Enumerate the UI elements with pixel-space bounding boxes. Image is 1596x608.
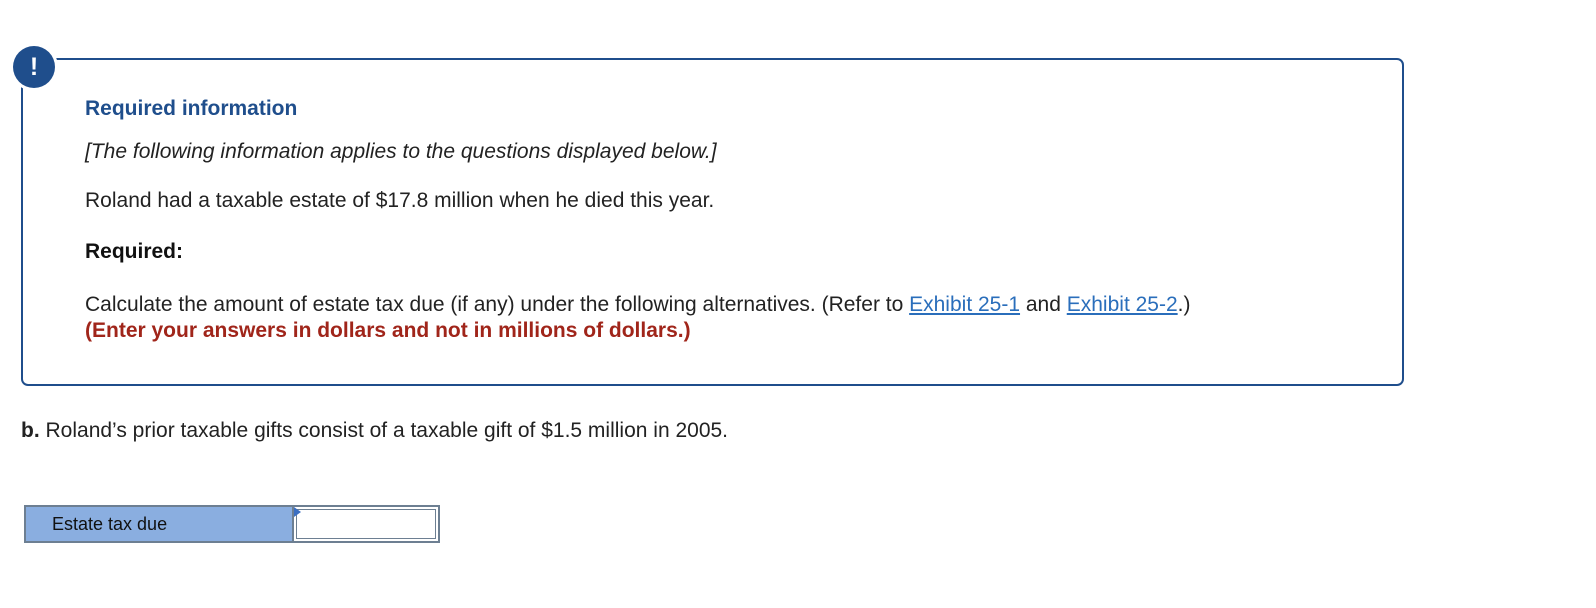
part-b-text: Roland’s prior taxable gifts consist of … (39, 419, 729, 442)
estate-tax-due-input[interactable] (296, 509, 436, 539)
dollars-warning: (Enter your answers in dollars and not i… (85, 319, 691, 342)
instructions-text: Calculate the amount of estate tax due (… (85, 293, 910, 316)
estate-tax-due-label: Estate tax due (26, 507, 294, 541)
exhibit-25-2-link[interactable]: Exhibit 25-2 (1067, 293, 1178, 316)
intro-note: [The following information applies to th… (85, 140, 717, 163)
required-label: Required: (85, 240, 184, 263)
part-b-question: b. Roland’s prior taxable gifts consist … (21, 417, 728, 445)
exclamation-icon: ! (13, 46, 55, 88)
instructions-close: .) (1177, 293, 1191, 316)
part-b-label: b. (21, 419, 40, 442)
required-information-heading: Required information (85, 97, 298, 120)
instructions-and: and (1020, 293, 1067, 316)
problem-statement: Roland had a taxable estate of $17.8 mil… (85, 189, 715, 212)
estate-tax-due-cell (294, 507, 438, 541)
instructions: Calculate the amount of estate tax due (… (85, 292, 1385, 344)
answer-table: Estate tax due (24, 505, 440, 543)
flag-marker-icon (294, 507, 301, 517)
required-information-content: Required information [The following info… (85, 95, 1385, 344)
exhibit-25-1-link[interactable]: Exhibit 25-1 (909, 293, 1020, 316)
